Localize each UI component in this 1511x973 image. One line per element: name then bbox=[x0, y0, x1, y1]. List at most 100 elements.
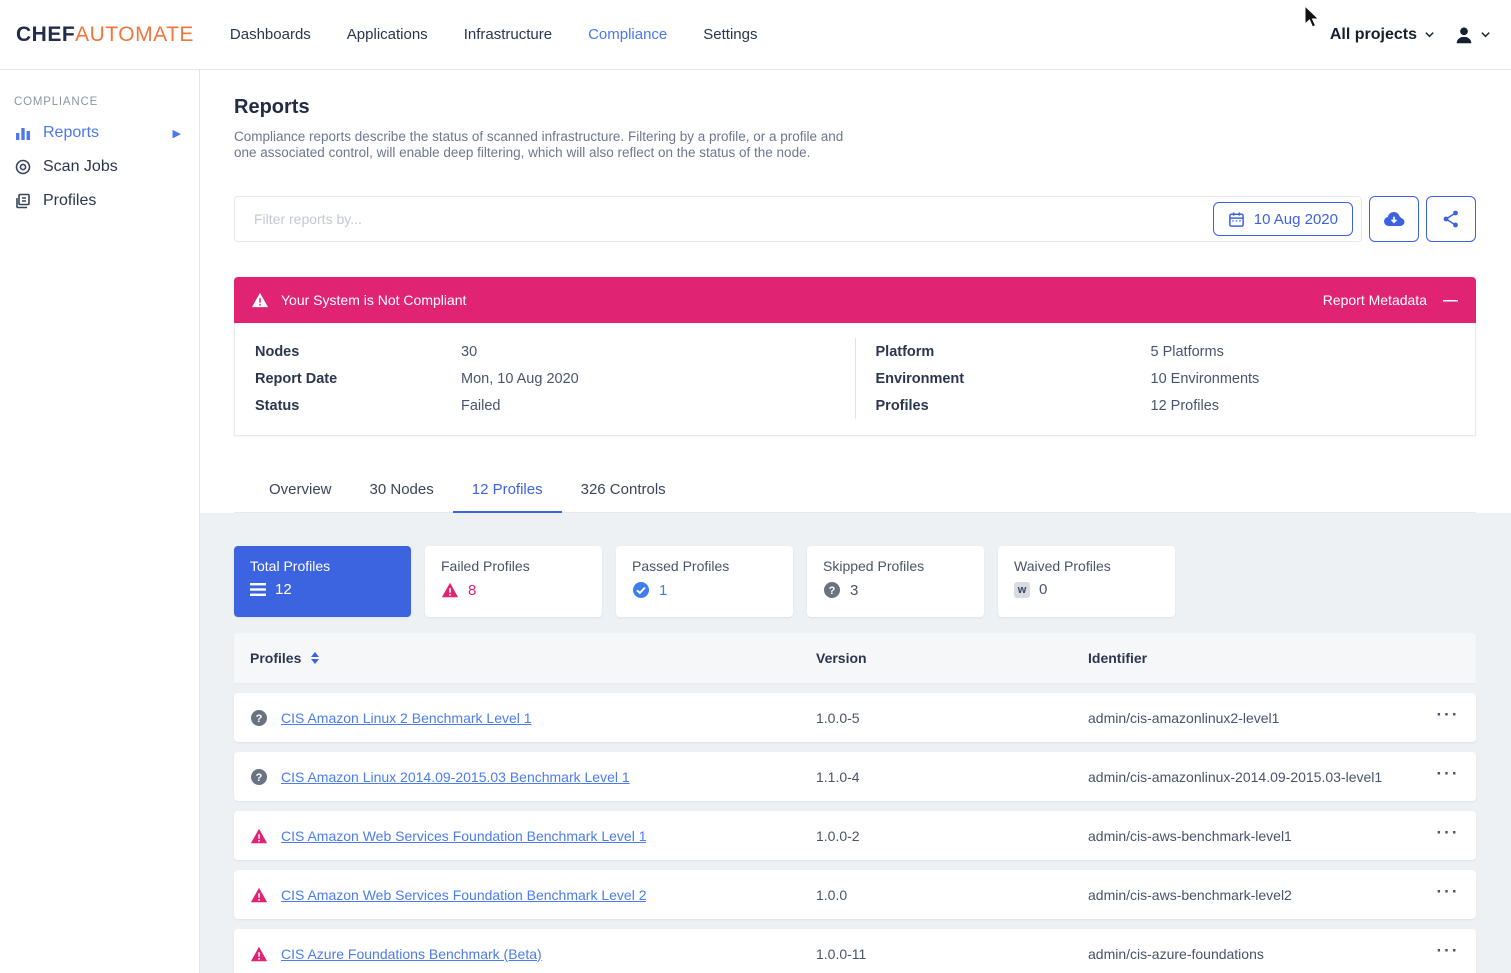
metadata-row: Status Failed bbox=[255, 392, 835, 419]
metadata-left-column: Nodes 30 Report Date Mon, 10 Aug 2020 St… bbox=[235, 338, 855, 419]
chevron-down-icon bbox=[1424, 29, 1435, 40]
profile-link[interactable]: CIS Amazon Linux 2014.09-2015.03 Benchma… bbox=[281, 769, 630, 785]
profile-identifier: admin/cis-azure-foundations bbox=[1088, 946, 1420, 962]
metadata-right-column: Platform 5 Platforms Environment 10 Envi… bbox=[855, 338, 1476, 419]
total-profiles-card[interactable]: Total Profiles 12 bbox=[234, 546, 411, 617]
profile-link[interactable]: CIS Amazon Web Services Foundation Bench… bbox=[281, 828, 646, 844]
page-description: Compliance reports describe the status o… bbox=[234, 129, 854, 161]
profile-link[interactable]: CIS Azure Foundations Benchmark (Beta) bbox=[281, 946, 542, 962]
sidebar-item-label: Scan Jobs bbox=[43, 158, 118, 176]
metadata-value: Failed bbox=[461, 398, 835, 414]
report-metadata-panel: Nodes 30 Report Date Mon, 10 Aug 2020 St… bbox=[234, 323, 1476, 436]
tab-overview[interactable]: Overview bbox=[250, 481, 351, 513]
projects-filter-dropdown[interactable]: All projects bbox=[1330, 26, 1435, 44]
documents-icon bbox=[14, 192, 32, 210]
profile-name-cell: ? CIS Amazon Linux 2 Benchmark Level 1 bbox=[234, 709, 816, 727]
user-menu[interactable] bbox=[1453, 24, 1491, 46]
metadata-value: 30 bbox=[461, 344, 835, 360]
nav-dashboards[interactable]: Dashboards bbox=[212, 0, 329, 70]
skipped-profiles-card[interactable]: Skipped Profiles ? 3 bbox=[807, 546, 984, 617]
metadata-label: Platform bbox=[876, 344, 1151, 360]
profile-identifier: admin/cis-aws-benchmark-level1 bbox=[1088, 828, 1420, 844]
compliance-status-banner: Your System is Not Compliant Report Meta… bbox=[234, 277, 1476, 323]
card-count-value: 12 bbox=[275, 581, 292, 598]
report-metadata-label[interactable]: Report Metadata bbox=[1323, 292, 1427, 308]
profiles-tab-panel: Total Profiles 12 Failed Profiles bbox=[200, 513, 1511, 973]
metadata-row: Environment 10 Environments bbox=[876, 365, 1456, 392]
column-header-profiles[interactable]: Profiles bbox=[234, 650, 816, 666]
metadata-label: Status bbox=[255, 398, 461, 414]
card-count: 1 bbox=[632, 581, 777, 599]
card-label: Passed Profiles bbox=[632, 558, 777, 574]
nav-compliance[interactable]: Compliance bbox=[570, 0, 685, 70]
date-picker-button[interactable]: 10 Aug 2020 bbox=[1213, 202, 1353, 236]
metadata-row: Profiles 12 Profiles bbox=[876, 392, 1456, 419]
waived-profiles-card[interactable]: Waived Profiles w 0 bbox=[998, 546, 1175, 617]
profile-status-cards: Total Profiles 12 Failed Profiles bbox=[234, 546, 1476, 617]
profile-link[interactable]: CIS Amazon Linux 2 Benchmark Level 1 bbox=[281, 710, 532, 726]
failed-profiles-card[interactable]: Failed Profiles 8 bbox=[425, 546, 602, 617]
tab-controls[interactable]: 326 Controls bbox=[562, 481, 685, 513]
card-count: 8 bbox=[441, 581, 586, 599]
failed-triangle-icon bbox=[250, 945, 268, 963]
row-more-button[interactable]: ··· bbox=[1420, 882, 1476, 908]
row-more-button[interactable]: ··· bbox=[1420, 941, 1476, 967]
metadata-value: Mon, 10 Aug 2020 bbox=[461, 371, 835, 387]
profiles-table-header: Profiles Version Identifier bbox=[234, 633, 1476, 683]
banner-message: Your System is Not Compliant bbox=[281, 292, 466, 308]
nav-applications[interactable]: Applications bbox=[329, 0, 446, 70]
profile-table-row: CIS Amazon Web Services Foundation Bench… bbox=[234, 811, 1476, 860]
profile-table-row: ? CIS Amazon Linux 2014.09-2015.03 Bench… bbox=[234, 752, 1476, 801]
profile-name-cell: CIS Azure Foundations Benchmark (Beta) bbox=[234, 945, 816, 963]
row-more-button[interactable]: ··· bbox=[1420, 764, 1476, 790]
nav-infrastructure[interactable]: Infrastructure bbox=[446, 0, 570, 70]
download-report-button[interactable] bbox=[1369, 196, 1419, 242]
profile-link[interactable]: CIS Amazon Web Services Foundation Bench… bbox=[281, 887, 646, 903]
sidebar-item-reports[interactable]: Reports ▶ bbox=[0, 116, 199, 150]
row-more-button[interactable]: ··· bbox=[1420, 823, 1476, 849]
date-picker-label: 10 Aug 2020 bbox=[1254, 211, 1338, 228]
row-more-button[interactable]: ··· bbox=[1420, 705, 1476, 731]
metadata-value: 5 Platforms bbox=[1151, 344, 1456, 360]
navbar-right: All projects bbox=[1330, 24, 1491, 46]
column-header-identifier: Identifier bbox=[1088, 650, 1420, 666]
profile-version: 1.0.0-2 bbox=[816, 828, 1088, 844]
svg-text:?: ? bbox=[829, 585, 836, 597]
chef-automate-logo[interactable]: CHEFAUTOMATE bbox=[16, 23, 194, 47]
app-body: COMPLIANCE Reports ▶ Scan Jobs Profiles … bbox=[0, 70, 1511, 973]
skipped-question-icon: ? bbox=[250, 768, 268, 786]
filter-box: 10 Aug 2020 bbox=[234, 196, 1362, 242]
metadata-row: Nodes 30 bbox=[255, 338, 835, 365]
metadata-label: Report Date bbox=[255, 371, 461, 387]
failed-triangle-icon bbox=[250, 886, 268, 904]
chevron-down-icon bbox=[1480, 29, 1491, 40]
sidebar-item-profiles[interactable]: Profiles bbox=[0, 184, 199, 218]
nav-settings[interactable]: Settings bbox=[685, 0, 775, 70]
sort-arrows-icon[interactable] bbox=[311, 652, 319, 664]
list-icon bbox=[250, 583, 266, 597]
submenu-arrow-icon[interactable]: ▶ bbox=[173, 127, 181, 140]
cloud-download-icon bbox=[1382, 207, 1406, 231]
card-count: ? 3 bbox=[823, 581, 968, 599]
card-count: 12 bbox=[250, 581, 395, 598]
card-label: Failed Profiles bbox=[441, 558, 586, 574]
passed-check-icon bbox=[632, 581, 650, 599]
profile-name-cell: ? CIS Amazon Linux 2014.09-2015.03 Bench… bbox=[234, 768, 816, 786]
passed-profiles-card[interactable]: Passed Profiles 1 bbox=[616, 546, 793, 617]
share-report-button[interactable] bbox=[1426, 196, 1476, 242]
column-header-label: Profiles bbox=[250, 650, 301, 666]
metadata-label: Nodes bbox=[255, 344, 461, 360]
calendar-icon bbox=[1228, 211, 1245, 228]
filter-reports-input[interactable] bbox=[235, 197, 1213, 241]
profile-name-cell: CIS Amazon Web Services Foundation Bench… bbox=[234, 886, 816, 904]
profile-table-row: ? CIS Amazon Linux 2 Benchmark Level 1 1… bbox=[234, 693, 1476, 742]
skipped-question-icon: ? bbox=[250, 709, 268, 727]
tab-profiles[interactable]: 12 Profiles bbox=[453, 481, 562, 513]
reports-header-section: Reports Compliance reports describe the … bbox=[200, 70, 1511, 513]
card-label: Total Profiles bbox=[250, 558, 395, 574]
tab-nodes[interactable]: 30 Nodes bbox=[351, 481, 453, 513]
collapse-metadata-button[interactable]: — bbox=[1443, 292, 1458, 309]
sidebar-item-scan-jobs[interactable]: Scan Jobs bbox=[0, 150, 199, 184]
failed-triangle-icon bbox=[250, 827, 268, 845]
column-header-version: Version bbox=[816, 650, 1088, 666]
